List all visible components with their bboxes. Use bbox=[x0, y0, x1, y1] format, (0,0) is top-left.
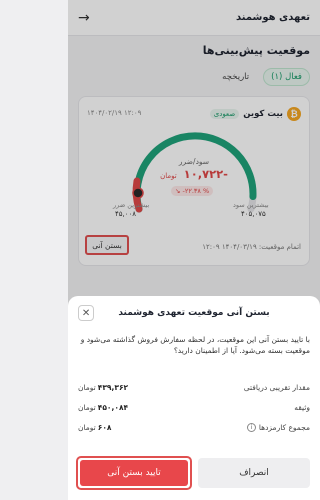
info-row-collateral: وثیقه ۴۵۰,۰۸۴تومان bbox=[78, 400, 310, 414]
info-label: مقدار تقریبی دریافتی bbox=[243, 382, 310, 392]
info-value: ۴۵۰,۰۸۴تومان bbox=[78, 403, 128, 412]
info-unit: تومان bbox=[78, 382, 96, 392]
sheet-title: بستن آنی موقعیت تعهدی هوشمند bbox=[118, 308, 270, 318]
info-amount: ۴۵۰,۰۸۴ bbox=[97, 402, 129, 412]
info-value: ۶۰۸تومان bbox=[78, 423, 112, 432]
sheet-description: با تایید بستن آنی این موقعیت، در لحظه سف… bbox=[80, 335, 310, 355]
info-amount: ۴۳۹,۳۶۲ bbox=[97, 382, 129, 392]
info-label-group: مجموع کارمزدها i bbox=[246, 422, 310, 432]
info-unit: تومان bbox=[78, 402, 96, 412]
info-label: وثیقه bbox=[294, 402, 310, 412]
info-label: مجموع کارمزدها bbox=[258, 422, 310, 432]
info-row-fees: مجموع کارمزدها i ۶۰۸تومان bbox=[78, 420, 310, 434]
info-icon[interactable]: i bbox=[246, 422, 256, 432]
cancel-button[interactable]: انصراف bbox=[198, 458, 310, 488]
info-row-receive: مقدار تقریبی دریافتی ۴۳۹,۳۶۲تومان bbox=[78, 380, 310, 394]
info-unit: تومان bbox=[78, 422, 96, 432]
info-amount: ۶۰۸ bbox=[97, 422, 112, 432]
info-value: ۴۳۹,۳۶۲تومان bbox=[78, 383, 128, 392]
confirm-instant-close-button[interactable]: تایید بستن آنی bbox=[80, 460, 188, 486]
confirm-bottom-sheet: ✕ بستن آنی موقعیت تعهدی هوشمند با تایید … bbox=[68, 296, 320, 500]
confirm-button-highlight: تایید بستن آنی bbox=[76, 456, 192, 490]
